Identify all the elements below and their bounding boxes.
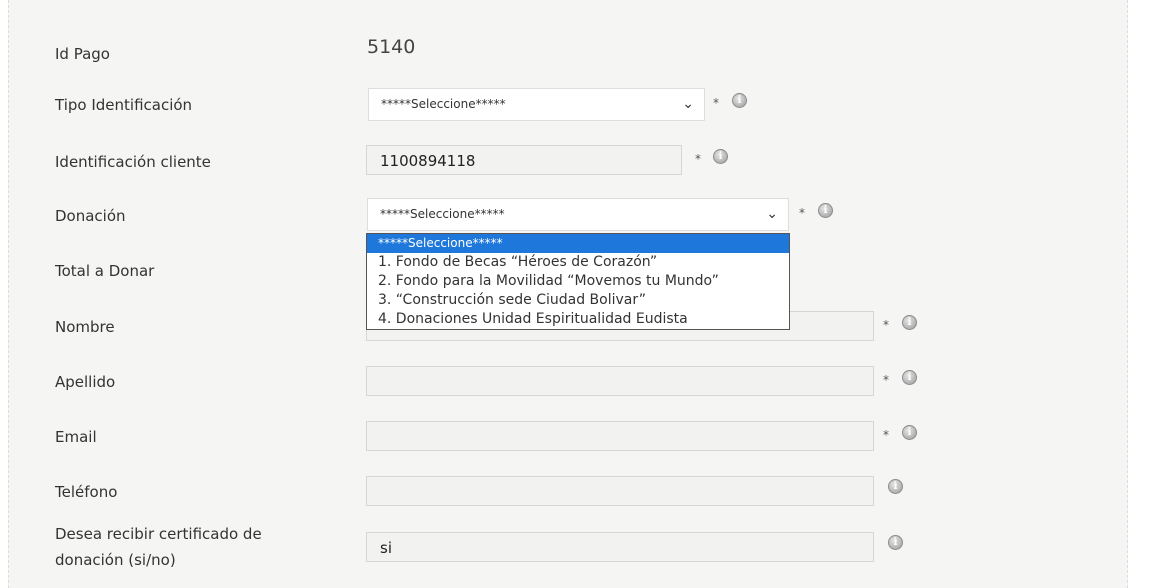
label-apellido: Apellido [55,373,116,391]
label-identificacion-cliente: Identificación cliente [55,153,211,171]
chevron-down-icon: ⌄ [766,206,778,222]
label-certificado-line1: Desea recibir certificado de [55,525,262,543]
info-icon[interactable]: i [732,93,747,108]
dropdown-option[interactable]: 4. Donaciones Unidad Espiritualidad Eudi… [367,310,789,329]
info-icon[interactable]: i [902,425,917,440]
dropdown-option[interactable]: 3. “Construcción sede Ciudad Bolivar” [367,291,789,310]
certificado-input[interactable]: si [366,532,874,562]
required-marker: * [713,96,719,110]
info-icon[interactable]: i [888,479,903,494]
label-telefono: Teléfono [55,483,118,501]
apellido-input[interactable] [366,366,874,396]
label-donacion: Donación [55,207,126,225]
required-marker: * [799,206,805,220]
required-marker: * [695,152,701,166]
label-certificado-line2: donación (si/no) [55,551,176,569]
info-icon[interactable]: i [902,370,917,385]
required-marker: * [883,373,889,387]
telefono-input[interactable] [366,476,874,506]
email-input[interactable] [366,421,874,451]
required-marker: * [883,318,889,332]
dropdown-option[interactable]: *****Seleccione***** [367,234,789,253]
info-icon[interactable]: i [713,149,728,164]
chevron-down-icon: ⌄ [682,96,694,112]
info-icon[interactable]: i [902,315,917,330]
label-total-a-donar: Total a Donar [55,262,155,280]
donacion-selected: *****Seleccione***** [380,207,505,221]
dropdown-option[interactable]: 1. Fondo de Becas “Héroes de Corazón” [367,253,789,272]
info-icon[interactable]: i [888,535,903,550]
label-id-pago: Id Pago [55,45,110,63]
label-tipo-identificacion: Tipo Identificación [55,96,193,114]
id-pago-value: 5140 [367,36,416,58]
info-icon[interactable]: i [818,203,833,218]
label-nombre: Nombre [55,318,115,336]
label-email: Email [55,428,97,446]
donacion-dropdown-list: *****Seleccione***** 1. Fondo de Becas “… [366,233,790,330]
donacion-select[interactable]: *****Seleccione***** ⌄ [367,198,789,231]
tipo-identificacion-select[interactable]: *****Seleccione***** ⌄ [368,88,705,121]
identificacion-cliente-input[interactable]: 1100894118 [366,145,682,175]
required-marker: * [883,428,889,442]
dropdown-option[interactable]: 2. Fondo para la Movilidad “Movemos tu M… [367,272,789,291]
tipo-identificacion-selected: *****Seleccione***** [381,97,506,111]
